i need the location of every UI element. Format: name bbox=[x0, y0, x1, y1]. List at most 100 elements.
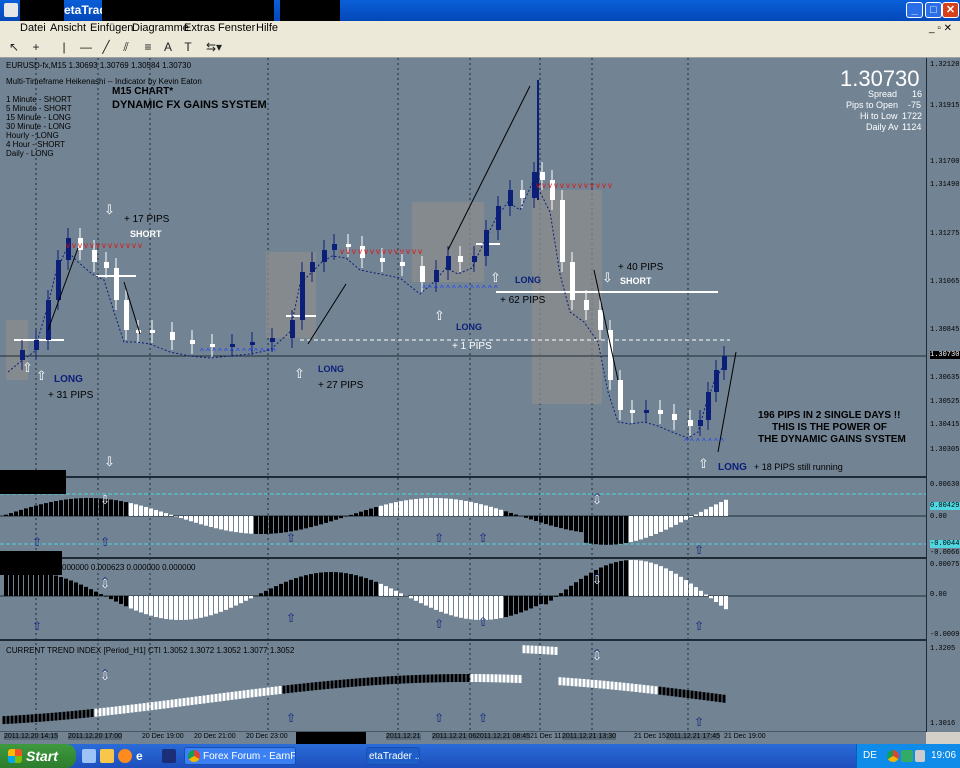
momentum-bar bbox=[24, 572, 28, 596]
momentum-bar bbox=[374, 581, 378, 596]
system-tray: DE 19:06 bbox=[856, 744, 960, 768]
short-signal-mark: v bbox=[84, 241, 88, 250]
oscillator-bar bbox=[639, 516, 643, 540]
momentum-bar bbox=[194, 596, 198, 619]
claim-line-3: THE DYNAMIC GAINS SYSTEM bbox=[758, 434, 906, 445]
oscillator-bar bbox=[559, 516, 563, 529]
chrome-tray-icon[interactable] bbox=[887, 750, 899, 762]
oscillator-bar bbox=[44, 503, 48, 516]
momentum-bar bbox=[294, 578, 298, 596]
candle-body bbox=[584, 300, 589, 310]
long-signal-mark: ^ bbox=[476, 284, 480, 293]
short-signal-mark: v bbox=[560, 181, 564, 190]
candle-body bbox=[560, 200, 565, 262]
oscillator-bar bbox=[24, 508, 28, 516]
quicklaunch-app-icon[interactable] bbox=[162, 749, 176, 763]
network-icon[interactable] bbox=[901, 750, 913, 762]
oscillator-bar bbox=[634, 516, 638, 541]
signal-arrow-icon: ⇧ bbox=[36, 368, 47, 383]
momentum-bar bbox=[704, 594, 708, 596]
momentum-bar bbox=[124, 596, 128, 607]
moving-average bbox=[7, 183, 723, 439]
long-signal-mark: ^ bbox=[236, 347, 240, 356]
oscillator-bar bbox=[304, 516, 308, 529]
candle-body bbox=[332, 244, 337, 250]
price-tick: 1.32120 bbox=[930, 61, 960, 69]
volume-icon[interactable] bbox=[915, 750, 925, 762]
sub1-tick: -0.00447 bbox=[930, 540, 960, 548]
oscillator-bar bbox=[624, 516, 628, 544]
oscillator-bar bbox=[534, 516, 538, 522]
momentum-bar bbox=[619, 561, 623, 596]
long-signal-mark: ^ bbox=[206, 347, 210, 356]
long-signal-mark: ^ bbox=[422, 284, 426, 293]
momentum-bar bbox=[469, 596, 473, 620]
oscillator-bar bbox=[74, 498, 78, 516]
short-signal-mark: v bbox=[566, 181, 570, 190]
short-signal-mark: v bbox=[120, 241, 124, 250]
annotation-pips-31: + 31 PIPS bbox=[48, 390, 94, 401]
oscillator-bar bbox=[414, 498, 418, 516]
momentum-bar bbox=[449, 596, 453, 616]
momentum-bar bbox=[339, 572, 343, 596]
momentum-bar bbox=[184, 596, 188, 620]
task-metatrader[interactable]: etaTrader ... bbox=[366, 747, 420, 765]
signal-arrow-icon: ⇧ bbox=[434, 711, 444, 725]
oscillator-bar bbox=[144, 507, 148, 516]
oscillator-bar bbox=[389, 503, 393, 516]
start-button[interactable]: Start bbox=[0, 744, 76, 768]
signal-arrow-icon: ⇧ bbox=[286, 711, 296, 725]
short-signal-mark: v bbox=[382, 247, 386, 256]
momentum-bar bbox=[99, 594, 103, 596]
short-signal-mark: v bbox=[114, 241, 118, 250]
momentum-bar bbox=[424, 596, 428, 606]
momentum-bar bbox=[659, 566, 663, 596]
quicklaunch-firefox-icon[interactable] bbox=[118, 749, 132, 763]
momentum-bar bbox=[454, 596, 458, 617]
momentum-bar bbox=[609, 563, 613, 596]
candle-body bbox=[104, 262, 109, 268]
redaction bbox=[0, 551, 62, 575]
momentum-bar bbox=[284, 581, 288, 596]
signal-arrow-icon: ⇩ bbox=[602, 270, 613, 285]
signal-arrow-icon: ⇧ bbox=[478, 615, 488, 629]
price-tick: 1.30305 bbox=[930, 446, 960, 454]
oscillator-bar bbox=[64, 499, 68, 516]
long-signal-mark: ^ bbox=[218, 347, 222, 356]
momentum-bar bbox=[74, 582, 78, 596]
oscillator-bar bbox=[654, 516, 658, 535]
candle-body bbox=[698, 420, 703, 426]
momentum-bar bbox=[189, 596, 193, 620]
stat-daily-av-value: 1124 bbox=[902, 122, 922, 132]
long-signal-mark: ^ bbox=[470, 284, 474, 293]
momentum-bar bbox=[434, 596, 438, 610]
oscillator-bar bbox=[59, 500, 63, 516]
short-signal-mark: v bbox=[96, 241, 100, 250]
short-signal-mark: v bbox=[548, 181, 552, 190]
signal-arrow-icon: ⇧ bbox=[490, 270, 501, 285]
show-desktop-icon[interactable] bbox=[82, 749, 96, 763]
momentum-bar bbox=[244, 596, 248, 601]
oscillator-bar bbox=[424, 498, 428, 516]
oscillator-bar bbox=[294, 516, 298, 531]
momentum-bar bbox=[664, 568, 668, 596]
oscillator-bar bbox=[359, 511, 363, 516]
task-forex-forum[interactable]: Forex Forum - EarnF... bbox=[184, 747, 296, 765]
oscillator-bar bbox=[289, 516, 293, 532]
momentum-bar bbox=[94, 591, 98, 596]
redaction bbox=[0, 470, 66, 494]
oscillator-bar bbox=[339, 516, 343, 519]
oscillator-bar bbox=[539, 516, 543, 523]
quicklaunch-folder-icon[interactable] bbox=[100, 749, 114, 763]
quicklaunch-ie-icon[interactable]: e bbox=[136, 749, 150, 763]
oscillator-bar bbox=[724, 499, 728, 516]
short-signal-mark: v bbox=[590, 181, 594, 190]
momentum-bar bbox=[549, 596, 553, 601]
candle-body bbox=[458, 256, 463, 262]
oscillator-bar bbox=[374, 507, 378, 516]
oscillator-bar bbox=[699, 511, 703, 516]
signal-arrow-icon: ⇧ bbox=[100, 535, 110, 549]
momentum-bar bbox=[109, 596, 113, 600]
language-indicator[interactable]: DE bbox=[863, 750, 877, 761]
momentum-bar bbox=[629, 560, 633, 596]
